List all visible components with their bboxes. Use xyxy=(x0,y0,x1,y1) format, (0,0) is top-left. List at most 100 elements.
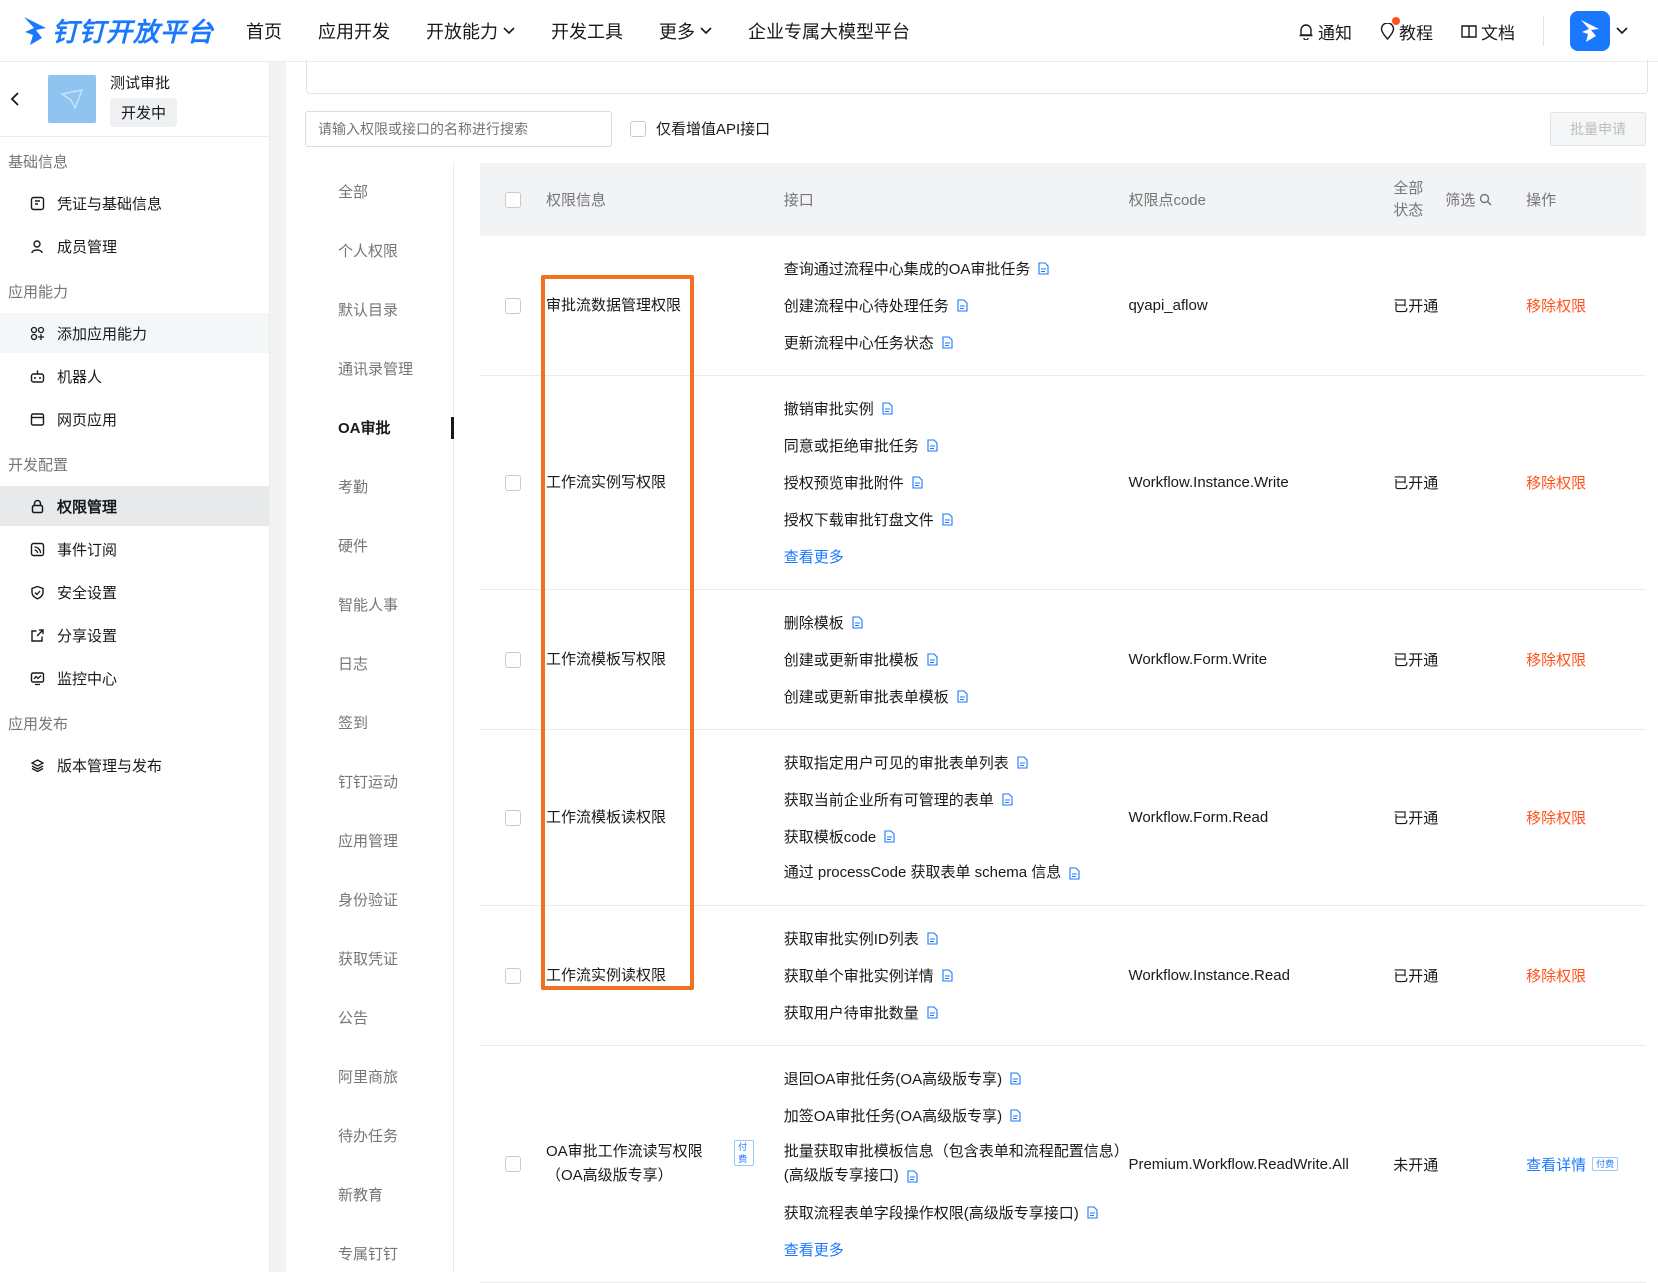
sidebar-item-permissions[interactable]: 权限管理 xyxy=(0,486,269,526)
api-link[interactable]: 查询通过流程中心集成的OA审批任务 xyxy=(784,250,1129,287)
api-link[interactable]: 加签OA审批任务(OA高级版专享) xyxy=(784,1097,1129,1134)
api-link[interactable]: 获取单个审批实例详情 xyxy=(784,957,1129,994)
nav-home[interactable]: 首页 xyxy=(246,18,282,44)
doc-icon[interactable] xyxy=(1002,793,1013,806)
sidebar-item-share[interactable]: 分享设置 xyxy=(0,615,269,655)
doc-icon[interactable] xyxy=(912,476,923,489)
category-item[interactable]: 考勤 xyxy=(286,457,453,516)
sidebar-item-robot[interactable]: 机器人 xyxy=(0,356,269,396)
nav-open-capability[interactable]: 开放能力 xyxy=(426,18,515,44)
doc-icon[interactable] xyxy=(957,690,968,703)
sidebar-item-credentials[interactable]: 凭证与基础信息 xyxy=(0,183,269,223)
brand-logo[interactable]: 钉钉开放平台 xyxy=(22,12,222,49)
sidebar-item-members[interactable]: 成员管理 xyxy=(0,226,269,266)
api-link[interactable]: 创建或更新审批表单模板 xyxy=(784,678,1129,715)
remove-permission-button[interactable]: 移除权限 xyxy=(1526,649,1646,670)
row-checkbox[interactable] xyxy=(504,474,521,491)
doc-icon[interactable] xyxy=(957,299,968,312)
category-item[interactable]: 个人权限 xyxy=(286,221,453,280)
doc-icon[interactable] xyxy=(1069,866,1080,880)
category-item[interactable]: 阿里商旅 xyxy=(286,1047,453,1106)
view-details-link[interactable]: 查看详情 付费 xyxy=(1526,1154,1646,1175)
remove-permission-button[interactable]: 移除权限 xyxy=(1526,965,1646,986)
category-item[interactable]: 硬件 xyxy=(286,516,453,575)
api-link[interactable]: 批量获取审批模板信息（包含表单和流程配置信息）(高级版专享接口) xyxy=(784,1134,1129,1194)
category-item[interactable]: 新教育 xyxy=(286,1165,453,1224)
notify-link[interactable]: 通知 xyxy=(1298,19,1352,44)
category-item[interactable]: 待办任务 xyxy=(286,1106,453,1165)
search-input[interactable] xyxy=(305,111,612,147)
doc-icon[interactable] xyxy=(927,653,938,666)
doc-icon[interactable] xyxy=(1087,1206,1098,1219)
api-link[interactable]: 获取指定用户可见的审批表单列表 xyxy=(784,744,1129,781)
sidebar-item-add-capability[interactable]: 添加应用能力 xyxy=(0,313,269,353)
doc-icon[interactable] xyxy=(942,513,953,526)
api-link[interactable]: 获取模板code xyxy=(784,818,1129,855)
api-link[interactable]: 通过 processCode 获取表单 schema 信息 xyxy=(784,855,1129,891)
tutorial-link[interactable]: 教程 xyxy=(1380,16,1433,44)
nav-enterprise-llm[interactable]: 企业专属大模型平台 xyxy=(748,18,910,44)
doc-icon[interactable] xyxy=(1010,1072,1021,1085)
value-added-api-checkbox[interactable]: 仅看增值API接口 xyxy=(630,118,770,139)
category-item[interactable]: 专属钉钉 xyxy=(286,1224,453,1283)
row-checkbox[interactable] xyxy=(504,967,521,984)
back-button[interactable] xyxy=(0,91,30,107)
doc-icon[interactable] xyxy=(1017,756,1028,769)
api-link[interactable]: 同意或拒绝审批任务 xyxy=(784,427,1129,464)
doc-icon[interactable] xyxy=(884,830,895,843)
category-item[interactable]: 日志 xyxy=(286,634,453,693)
category-item[interactable]: OA审批 xyxy=(286,398,454,457)
state-filter-button[interactable]: 筛选 xyxy=(1445,189,1492,210)
doc-icon[interactable] xyxy=(927,1006,938,1019)
api-link[interactable]: 创建或更新审批模板 xyxy=(784,641,1129,678)
doc-icon[interactable] xyxy=(852,616,863,629)
view-more-link[interactable]: 查看更多 xyxy=(784,1231,1129,1268)
nav-dev-tools[interactable]: 开发工具 xyxy=(551,18,623,44)
sidebar-item-events[interactable]: 事件订阅 xyxy=(0,529,269,569)
remove-permission-button[interactable]: 移除权限 xyxy=(1526,472,1646,493)
state-filter-value[interactable]: 全部 状态 xyxy=(1393,178,1423,222)
api-link[interactable]: 退回OA审批任务(OA高级版专享) xyxy=(784,1060,1129,1097)
row-checkbox[interactable] xyxy=(504,297,521,314)
doc-icon[interactable] xyxy=(927,932,938,945)
category-item[interactable]: 签到 xyxy=(286,693,453,752)
api-link[interactable]: 授权预览审批附件 xyxy=(784,464,1129,501)
doc-icon[interactable] xyxy=(1010,1109,1021,1122)
sidebar-item-web-app[interactable]: 网页应用 xyxy=(0,399,269,439)
category-item[interactable]: 全部 xyxy=(286,162,453,221)
api-link[interactable]: 获取流程表单字段操作权限(高级版专享接口) xyxy=(784,1194,1129,1231)
doc-icon[interactable] xyxy=(942,969,953,982)
sidebar-item-security[interactable]: 安全设置 xyxy=(0,572,269,612)
batch-apply-button[interactable]: 批量申请 xyxy=(1550,112,1646,146)
doc-icon[interactable] xyxy=(1038,262,1049,275)
remove-permission-button[interactable]: 移除权限 xyxy=(1526,807,1646,828)
docs-link[interactable]: 文档 xyxy=(1461,19,1515,44)
chevron-down-icon[interactable] xyxy=(1616,27,1628,35)
select-all-checkbox[interactable] xyxy=(504,191,521,208)
nav-app-dev[interactable]: 应用开发 xyxy=(318,18,390,44)
category-item[interactable]: 身份验证 xyxy=(286,870,453,929)
sidebar-item-versions[interactable]: 版本管理与发布 xyxy=(0,745,269,785)
checkbox[interactable] xyxy=(630,120,646,137)
category-item[interactable]: 默认目录 xyxy=(286,280,453,339)
category-item[interactable]: 通讯录管理 xyxy=(286,339,453,398)
row-checkbox[interactable] xyxy=(504,809,521,826)
api-link[interactable]: 获取用户待审批数量 xyxy=(784,994,1129,1031)
doc-icon[interactable] xyxy=(907,1169,918,1183)
category-item[interactable]: 公告 xyxy=(286,988,453,1047)
row-checkbox[interactable] xyxy=(504,1156,521,1172)
remove-permission-button[interactable]: 移除权限 xyxy=(1526,295,1646,316)
category-item[interactable]: 钉钉运动 xyxy=(286,752,453,811)
row-checkbox[interactable] xyxy=(504,651,521,668)
category-item[interactable]: 获取凭证 xyxy=(286,929,453,988)
category-item[interactable]: 应用管理 xyxy=(286,811,453,870)
user-avatar[interactable] xyxy=(1570,11,1610,51)
api-link[interactable]: 授权下载审批钉盘文件 xyxy=(784,501,1129,538)
category-item[interactable]: 智能人事 xyxy=(286,575,453,634)
api-link[interactable]: 获取当前企业所有可管理的表单 xyxy=(784,781,1129,818)
doc-icon[interactable] xyxy=(942,336,953,349)
api-link[interactable]: 删除模板 xyxy=(784,604,1129,641)
sidebar-item-monitor[interactable]: 监控中心 xyxy=(0,658,269,698)
api-link[interactable]: 创建流程中心待处理任务 xyxy=(784,287,1129,324)
doc-icon[interactable] xyxy=(882,402,893,415)
